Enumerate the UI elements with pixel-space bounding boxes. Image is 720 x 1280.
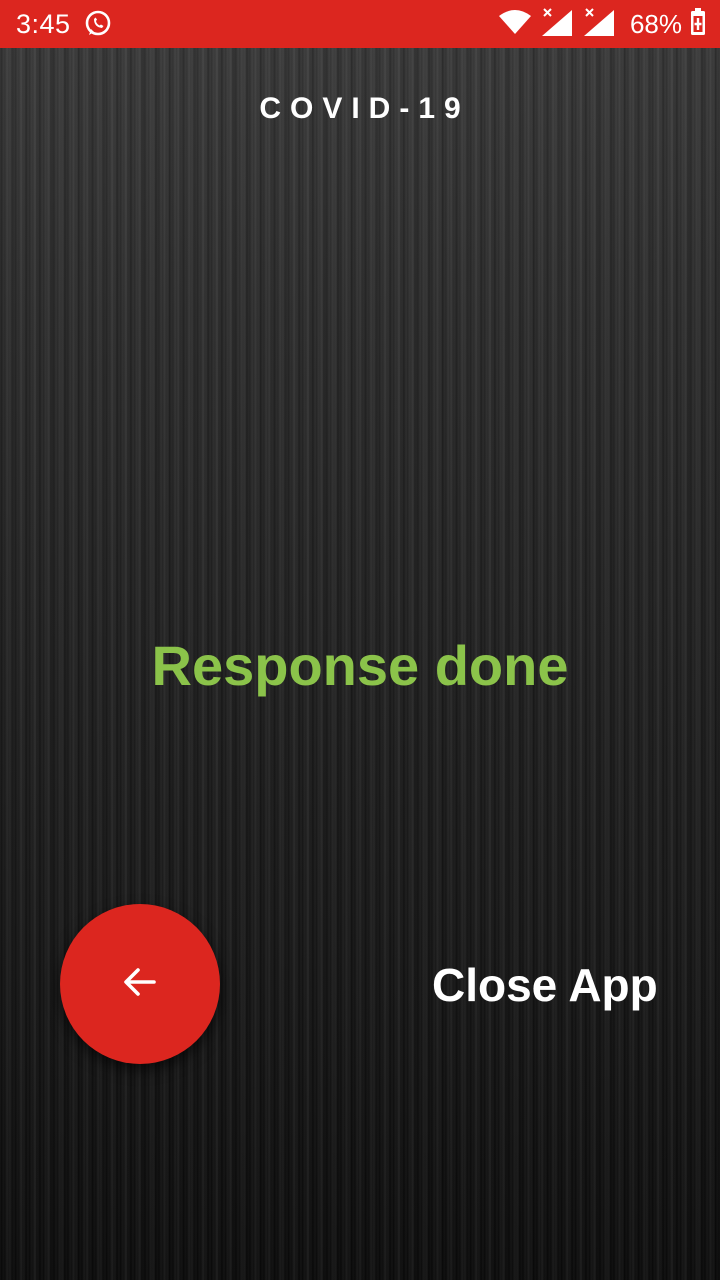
signal-icon (540, 7, 574, 42)
signal-icon (582, 7, 616, 42)
wifi-icon (498, 9, 532, 40)
battery-icon (690, 7, 706, 41)
battery-percent: 68% (629, 8, 682, 39)
back-button[interactable] (60, 904, 220, 1064)
close-app-button[interactable]: Close App (432, 958, 658, 1012)
status-time: 3:45 (16, 8, 71, 39)
status-icons: 68% (498, 7, 706, 42)
status-bar: 3:45 68% (0, 0, 720, 48)
whatsapp-icon (83, 9, 113, 39)
response-status-text: Response done (151, 634, 569, 697)
arrow-left-icon (120, 962, 160, 1007)
app-title: COVID-19 (259, 92, 470, 125)
